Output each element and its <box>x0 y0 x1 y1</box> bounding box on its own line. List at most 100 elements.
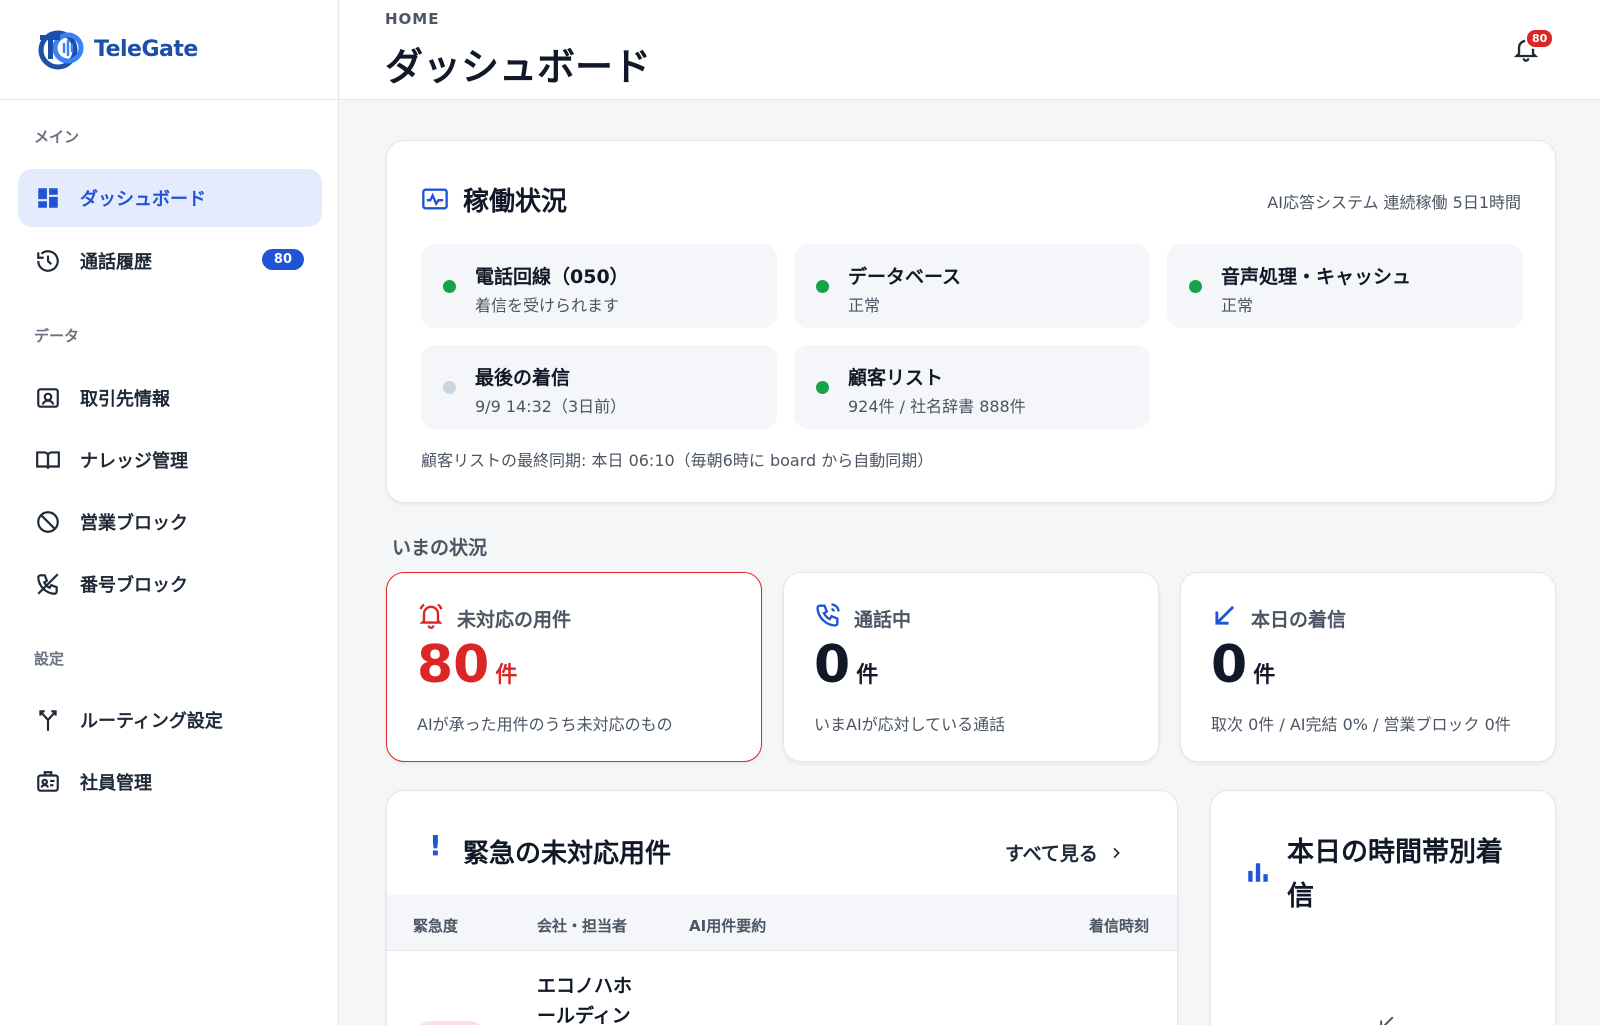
metric-value: 0 <box>814 635 851 695</box>
sidebar-item-call-history[interactable]: 通話履歴 80 <box>18 232 322 290</box>
activity-monitor-icon <box>422 188 448 210</box>
sidebar: TeleGate メイン ダッシュボード 通話履歴 80 データ 取引先情報 ナ… <box>0 0 339 1025</box>
urgent-pending-card: ! 緊急の未対応用件 すべて見る 緊急度 会社・担当者 AI用件要約 着信時刻 … <box>386 790 1178 1025</box>
tile-subtitle: 正常 <box>1221 296 1254 315</box>
table-row-company[interactable]: エコノハホールディン <box>537 971 647 1025</box>
routing-icon <box>34 706 62 734</box>
sidebar-item-number-block[interactable]: 番号ブロック <box>18 555 322 613</box>
tile-title: 音声処理・キャッシュ <box>1221 266 1412 288</box>
now-section-label: いまの状況 <box>392 537 488 559</box>
breadcrumb[interactable]: HOME <box>385 10 439 28</box>
hourly-calls-card: 本日の時間帯別着信 <box>1210 790 1556 1025</box>
nav-section-data: データ <box>34 327 80 345</box>
page-title: ダッシュボード <box>385 45 652 89</box>
incoming-arrow-icon <box>1380 1016 1394 1025</box>
phone-off-icon <box>34 570 62 598</box>
status-dot <box>816 381 829 394</box>
sidebar-item-label: 社員管理 <box>80 773 152 794</box>
column-header-company[interactable]: 会社・担当者 <box>537 915 627 936</box>
status-tile-phone-line: 電話回線（050） 着信を受けられます <box>421 244 777 328</box>
bell-alert-icon <box>419 603 443 629</box>
tile-title: 最後の着信 <box>475 367 571 389</box>
sidebar-item-label: ルーティング設定 <box>80 711 223 732</box>
sidebar-item-label: 通話履歴 <box>80 252 152 273</box>
bar-chart-icon <box>1248 863 1268 882</box>
brand-name: TeleGate <box>94 37 198 62</box>
tile-title: 顧客リスト <box>848 367 944 389</box>
history-icon <box>34 247 62 275</box>
status-dot <box>816 280 829 293</box>
sync-note: 顧客リストの最終同期: 本日 06:10（毎朝6時に board から自動同期） <box>421 451 934 470</box>
brand[interactable]: TeleGate <box>0 0 338 100</box>
telegate-logo-icon <box>38 30 84 69</box>
metric-unit: 件 <box>856 663 879 688</box>
sidebar-item-partners[interactable]: 取引先情報 <box>18 369 322 427</box>
sidebar-item-label: 番号ブロック <box>80 575 188 596</box>
sidebar-item-dashboard[interactable]: ダッシュボード <box>18 169 322 227</box>
status-dot <box>443 381 456 394</box>
block-icon <box>34 508 62 536</box>
metric-description: いまAIが応対している通話 <box>814 715 1006 734</box>
incoming-arrow-icon <box>1215 605 1235 625</box>
uptime-text: AI応答システム 連続稼働 5日1時間 <box>1267 193 1521 212</box>
call-history-badge: 80 <box>261 249 304 270</box>
metric-value-line: 0件 <box>814 635 878 695</box>
urgency-badge <box>415 1021 485 1025</box>
sidebar-item-label: ダッシュボード <box>80 189 206 210</box>
sidebar-item-label: ナレッジ管理 <box>80 451 188 472</box>
nav-section-settings: 設定 <box>34 650 65 668</box>
status-dot <box>1189 280 1202 293</box>
metric-card-in-call[interactable]: 通話中 0件 いまAIが応対している通話 <box>783 572 1159 762</box>
sidebar-item-knowledge[interactable]: ナレッジ管理 <box>18 431 322 489</box>
metric-title: 通話中 <box>854 609 912 631</box>
system-status-card: 稼働状況 AI応答システム 連続稼働 5日1時間 電話回線（050） 着信を受け… <box>386 140 1556 503</box>
tile-subtitle: 着信を受けられます <box>475 296 620 315</box>
page-header: HOME ダッシュボード 80 <box>340 0 1600 100</box>
see-all-label: すべて見る <box>1005 843 1098 865</box>
table-header: 緊急度 会社・担当者 AI用件要約 着信時刻 <box>387 895 1177 951</box>
status-tile-last-call: 最後の着信 9/9 14:32（3日前） <box>421 345 777 429</box>
status-title: 稼働状況 <box>463 187 568 217</box>
status-tile-audio-cache: 音声処理・キャッシュ 正常 <box>1167 244 1523 328</box>
metric-card-pending[interactable]: 未対応の用件 80 件 AIが承った用件のうち未対応のもの <box>386 572 762 762</box>
metric-unit: 件 <box>1253 663 1276 688</box>
tile-subtitle: 正常 <box>848 296 881 315</box>
dashboard-icon <box>34 184 62 212</box>
metric-unit: 件 <box>495 663 518 688</box>
see-all-link[interactable]: すべて見る <box>1005 839 1124 866</box>
chevron-right-icon <box>1113 847 1120 858</box>
sidebar-item-routing[interactable]: ルーティング設定 <box>18 691 322 749</box>
notification-badge: 80 <box>1525 28 1555 49</box>
column-header-time[interactable]: 着信時刻 <box>1089 915 1149 936</box>
nav-section-main: メイン <box>34 128 80 146</box>
metric-card-today-calls[interactable]: 本日の着信 0件 取次 0件 / AI完結 0% / 営業ブロック 0件 <box>1180 572 1556 762</box>
metric-value: 0 <box>1211 635 1248 695</box>
contact-card-icon <box>34 384 62 412</box>
sidebar-item-employees[interactable]: 社員管理 <box>18 753 322 811</box>
metric-value: 80 <box>417 635 490 695</box>
metric-description: 取次 0件 / AI完結 0% / 営業ブロック 0件 <box>1211 715 1511 734</box>
status-tile-database: データベース 正常 <box>794 244 1150 328</box>
urgent-title: 緊急の未対応用件 <box>463 839 672 869</box>
metric-title: 本日の着信 <box>1251 609 1347 631</box>
metric-value-line: 0件 <box>1211 635 1275 695</box>
hourly-title: 本日の時間帯別着信 <box>1287 837 1503 912</box>
column-header-urgency[interactable]: 緊急度 <box>413 915 458 936</box>
metric-title: 未対応の用件 <box>457 609 572 631</box>
sidebar-item-sales-block[interactable]: 営業ブロック <box>18 493 322 551</box>
metric-description: AIが承った用件のうち未対応のもの <box>417 715 673 734</box>
column-header-summary[interactable]: AI用件要約 <box>689 915 766 936</box>
sidebar-item-label: 取引先情報 <box>80 389 170 410</box>
tile-subtitle: 924件 / 社名辞書 888件 <box>848 397 1026 416</box>
book-icon <box>34 446 62 474</box>
badge-icon <box>34 768 62 796</box>
metric-value-line: 80 件 <box>417 635 517 695</box>
status-tile-customer-list: 顧客リスト 924件 / 社名辞書 888件 <box>794 345 1150 429</box>
phone-in-call-icon <box>816 603 840 627</box>
sidebar-item-label: 営業ブロック <box>80 513 188 534</box>
exclamation-icon: ! <box>429 829 442 862</box>
tile-title: データベース <box>848 266 962 288</box>
tile-title: 電話回線（050） <box>475 266 629 288</box>
status-dot <box>443 280 456 293</box>
tile-subtitle: 9/9 14:32（3日前） <box>475 397 627 416</box>
